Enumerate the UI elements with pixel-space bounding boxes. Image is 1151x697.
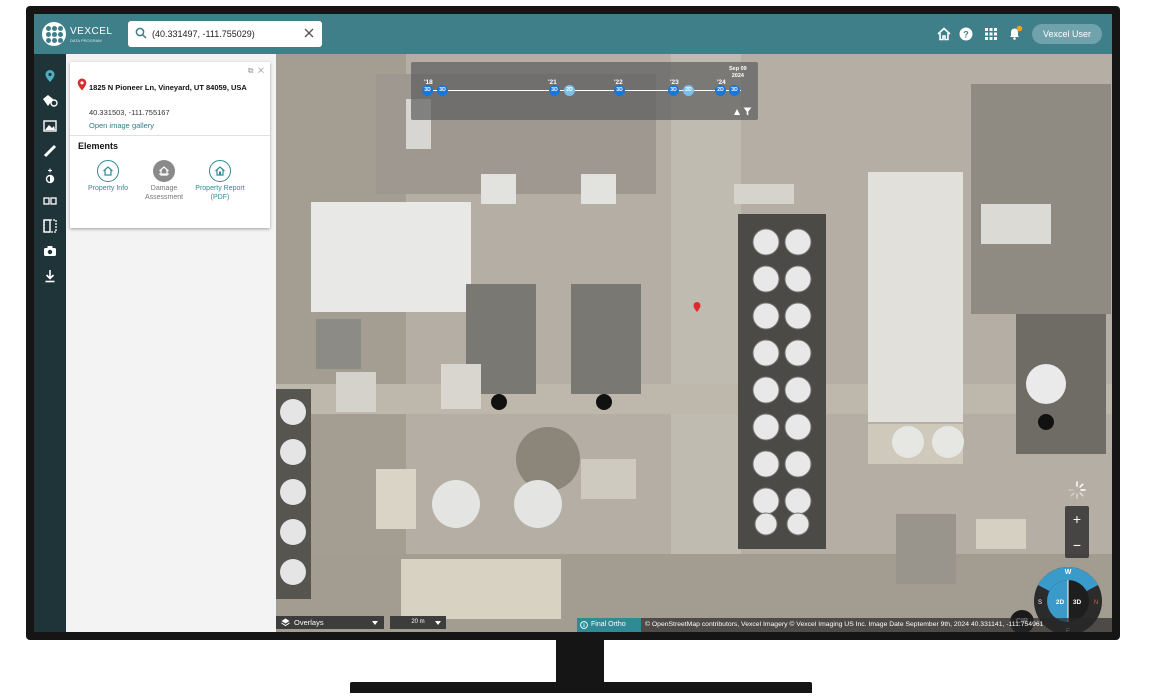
measure-area-icon[interactable]	[42, 93, 58, 109]
copy-icon[interactable]: ⧉	[248, 66, 254, 75]
damage-assessment-label: Damage Assessment	[144, 185, 184, 201]
timeline-marker[interactable]: 3D	[437, 85, 448, 96]
image-icon[interactable]	[42, 118, 58, 134]
aerial-map[interactable]: Sep 09 2024 '18 '21 '22 '23 '24 3D 3D 3D …	[276, 54, 1112, 632]
final-ortho-badge[interactable]: Final Ortho	[577, 618, 641, 632]
home-icon[interactable]	[937, 27, 951, 41]
monitor-stand-neck	[556, 640, 604, 682]
search-icon	[135, 27, 147, 39]
brand-subtitle: DATA PROGRAM	[70, 38, 102, 43]
apps-grid-icon[interactable]	[984, 27, 998, 41]
damage-icon	[153, 160, 175, 182]
chevron-down-icon	[435, 621, 441, 625]
zoom-in-button[interactable]: +	[1065, 506, 1089, 532]
ruler-icon[interactable]	[42, 143, 58, 159]
house-icon	[97, 160, 119, 182]
layers-icon	[281, 618, 290, 627]
notification-bell-icon[interactable]	[1007, 25, 1023, 41]
download-icon[interactable]	[42, 268, 58, 284]
timeline-marker[interactable]: 3D	[549, 85, 560, 96]
compass-north-label: W	[1065, 569, 1072, 576]
left-toolbar	[34, 54, 66, 632]
loading-spinner-icon	[1068, 481, 1086, 499]
monitor-stand-base	[350, 682, 812, 693]
report-house-icon	[209, 160, 231, 182]
chevron-down-icon	[372, 621, 378, 625]
imagery-timeline[interactable]: Sep 09 2024 '18 '21 '22 '23 '24 3D 3D 3D …	[411, 62, 758, 120]
divider	[70, 135, 270, 136]
timeline-latest-date: Sep 09 2024	[729, 66, 747, 79]
monitor-frame: VEXCEL DATA PROGRAM ?	[26, 6, 1120, 640]
timeline-marker[interactable]: 2D	[683, 85, 694, 96]
vexcel-logo-icon[interactable]	[42, 22, 66, 46]
aerial-imagery	[276, 54, 1112, 632]
brightness-icon[interactable]	[42, 168, 58, 184]
top-bar: VEXCEL DATA PROGRAM ?	[34, 14, 1112, 54]
mode-2d-button[interactable]: 2D	[1056, 599, 1065, 606]
card-tools: ⧉ ✕	[248, 66, 264, 76]
svg-text:?: ?	[963, 30, 969, 40]
attribution-text: © OpenStreetMap contributors, Vexcel Ima…	[641, 618, 1112, 632]
timeline-marker[interactable]: 2D	[564, 85, 575, 96]
property-address: 1825 N Pioneer Ln, Vineyard, UT 84059, U…	[89, 83, 247, 92]
app-screen: VEXCEL DATA PROGRAM ?	[34, 14, 1112, 632]
scale-dropdown[interactable]: 20 m	[390, 616, 446, 629]
damage-assessment-button[interactable]: Damage Assessment	[138, 160, 190, 202]
close-icon[interactable]: ✕	[258, 66, 264, 75]
search-input[interactable]	[152, 25, 298, 43]
overlays-label: Overlays	[294, 618, 324, 627]
timeline-marker[interactable]: 3D	[422, 85, 433, 96]
map-bottom-bar: Overlays 20 m Final Ortho © OpenStreetMa…	[276, 616, 1112, 632]
open-gallery-link[interactable]: Open image gallery	[89, 121, 154, 130]
clear-search-icon[interactable]	[302, 26, 316, 40]
scale-label: 20 m	[411, 619, 425, 625]
help-icon[interactable]: ?	[959, 27, 973, 41]
zoom-control: + −	[1065, 506, 1089, 558]
property-report-button[interactable]: Property Report (PDF)	[194, 160, 246, 202]
timeline-collapse-icon[interactable]	[733, 108, 741, 116]
filter-icon[interactable]	[743, 107, 752, 116]
location-pin-icon[interactable]	[42, 68, 58, 84]
compass-west-label: S	[1038, 600, 1042, 606]
property-info-button[interactable]: Property Info	[82, 160, 134, 194]
timeline-marker[interactable]: 3D	[729, 85, 740, 96]
property-report-label: Property Report (PDF)	[195, 185, 245, 201]
info-icon	[580, 621, 588, 629]
timeline-marker[interactable]: 3D	[614, 85, 625, 96]
compass-east-label: N	[1094, 600, 1098, 606]
timeline-marker[interactable]: 2D	[715, 85, 726, 96]
timeline-marker[interactable]: 3D	[668, 85, 679, 96]
search-box	[128, 21, 322, 47]
zoom-out-button[interactable]: −	[1065, 532, 1089, 558]
property-card: ⧉ ✕ 1825 N Pioneer Ln, Vineyard, UT 8405…	[70, 62, 270, 228]
compare-icon[interactable]	[42, 193, 58, 209]
address-pin-icon	[77, 78, 87, 91]
brand-name: VEXCEL	[70, 26, 113, 37]
user-menu-button[interactable]: Vexcel User	[1032, 24, 1102, 44]
property-coordinates: 40.331503, -111.755167	[89, 108, 170, 117]
elements-heading: Elements	[78, 141, 119, 151]
overlays-dropdown[interactable]: Overlays	[276, 616, 384, 629]
final-ortho-label: Final Ortho	[591, 621, 626, 628]
split-view-icon[interactable]	[42, 218, 58, 234]
mode-3d-button[interactable]: 3D	[1073, 599, 1082, 606]
camera-icon[interactable]	[42, 243, 58, 259]
property-info-label: Property Info	[87, 185, 129, 192]
